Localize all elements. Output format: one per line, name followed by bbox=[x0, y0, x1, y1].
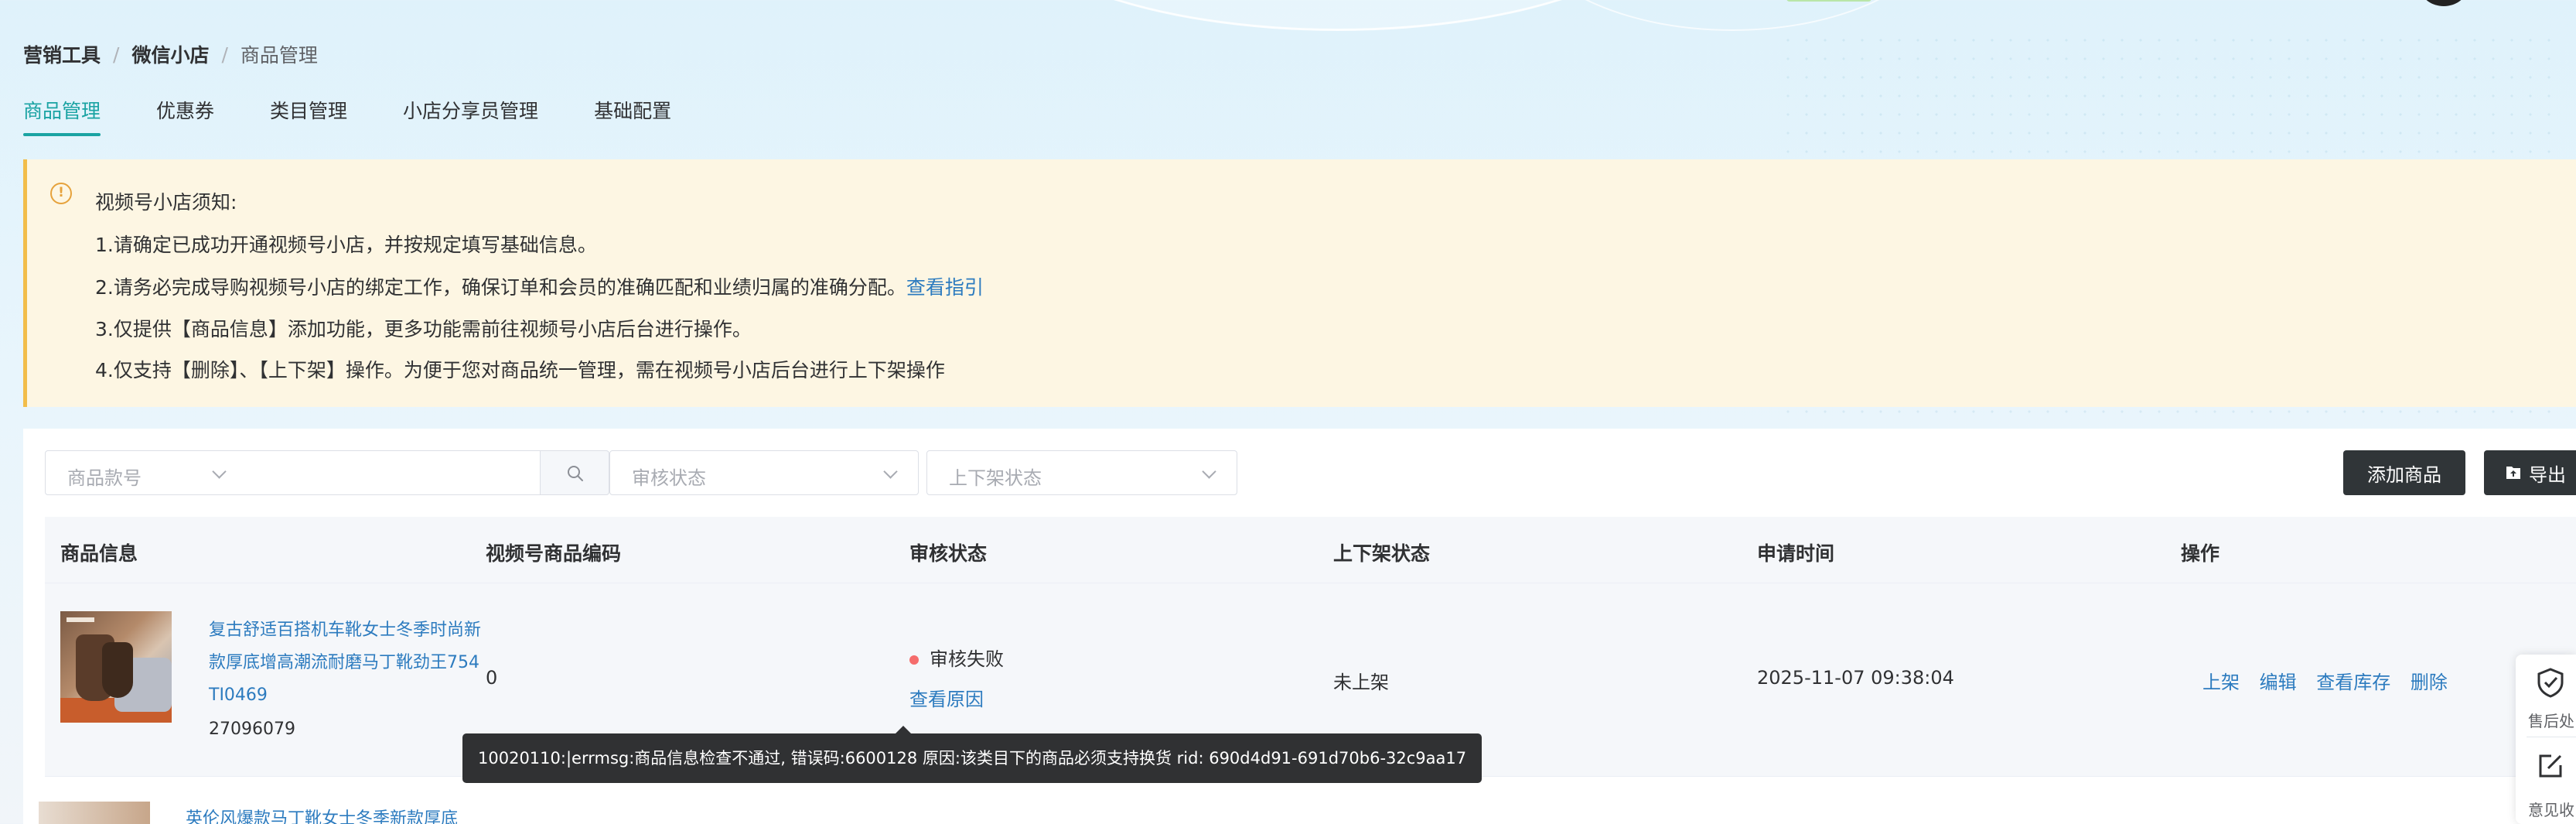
notice-line-3: 3.仅提供【商品信息】添加功能，更多功能需前往视频号小店后台进行操作。 bbox=[95, 318, 752, 340]
audit-status-select[interactable]: 审核状态 bbox=[609, 450, 919, 495]
notice-line-2-text: 2.请务必完成导购视频号小店的绑定工作，确保订单和会员的准确匹配和业绩归属的准确… bbox=[95, 276, 906, 299]
audit-status-text: 审核失败 bbox=[930, 648, 1004, 670]
product-title-link[interactable]: 复古舒适百搭机车靴女士冬季时尚新款厚底增高潮流耐磨马丁靴劲王754TI0469 bbox=[209, 614, 487, 712]
breadcrumb-item-product-management: 商品管理 bbox=[240, 44, 318, 67]
header-decoration-bar bbox=[1786, 0, 1871, 2]
add-product-button[interactable]: 添加商品 bbox=[2343, 450, 2465, 495]
column-header-audit-status: 审核状态 bbox=[909, 542, 988, 565]
view-reason-link[interactable]: 查看原因 bbox=[909, 684, 984, 711]
after-sales-tool[interactable]: 售后处 bbox=[2516, 655, 2576, 737]
header-decoration-arc-small bbox=[1516, 0, 1949, 31]
chevron-down-icon bbox=[883, 464, 898, 479]
tab-sharer-management[interactable]: 小店分享员管理 bbox=[403, 96, 538, 136]
tab-category-management[interactable]: 类目管理 bbox=[270, 96, 347, 136]
list-on-shelf-button[interactable]: 上架 bbox=[2202, 672, 2240, 693]
product-thumbnail[interactable] bbox=[60, 611, 172, 723]
product-style-select[interactable]: 商品款号 bbox=[45, 450, 247, 495]
feedback-tool[interactable]: 意见收 bbox=[2516, 737, 2576, 824]
user-avatar[interactable] bbox=[2421, 0, 2467, 6]
product-style-select-placeholder: 商品款号 bbox=[67, 467, 142, 489]
channel-product-code: 0 bbox=[486, 667, 498, 689]
tab-bar: 商品管理 优惠券 类目管理 小店分享员管理 基础配置 bbox=[23, 96, 727, 136]
search-input[interactable] bbox=[247, 450, 564, 495]
audit-status: 审核失败 bbox=[909, 644, 1004, 671]
edit-button[interactable]: 编辑 bbox=[2260, 672, 2297, 693]
error-status-dot bbox=[909, 655, 919, 665]
search-icon bbox=[568, 466, 583, 481]
feedback-label: 意见收 bbox=[2528, 801, 2574, 819]
breadcrumb: 营销工具 / 微信小店 / 商品管理 bbox=[23, 40, 318, 68]
apply-time: 2025-11-07 09:38:04 bbox=[1757, 667, 1954, 689]
shelf-status: 未上架 bbox=[1333, 672, 1389, 693]
column-header-shelf-status: 上下架状态 bbox=[1333, 542, 1431, 565]
shelf-status-placeholder: 上下架状态 bbox=[949, 467, 1042, 489]
shield-check-icon bbox=[2537, 668, 2564, 698]
product-title-link[interactable]: 英伦风爆款马丁靴女士冬季新款厚底 bbox=[186, 805, 458, 824]
search-button[interactable] bbox=[540, 450, 609, 495]
side-tool-panel: 售后处 意见收 bbox=[2516, 655, 2576, 824]
notice-line-2: 2.请务必完成导购视频号小店的绑定工作，确保订单和会员的准确匹配和业绩归属的准确… bbox=[95, 272, 984, 300]
breadcrumb-item-wechat-shop[interactable]: 微信小店 bbox=[131, 40, 209, 68]
after-sales-label: 售后处 bbox=[2528, 712, 2574, 730]
notice-title: 视频号小店须知: bbox=[95, 191, 237, 214]
table-header: 商品信息 视频号商品编码 审核状态 上下架状态 申请时间 操作 bbox=[45, 517, 2576, 583]
column-header-channel-code: 视频号商品编码 bbox=[486, 542, 622, 565]
column-header-product-info: 商品信息 bbox=[60, 542, 138, 565]
header-decoration-arc bbox=[990, 0, 1686, 31]
product-id: 27096079 bbox=[209, 720, 295, 739]
column-header-apply-time: 申请时间 bbox=[1757, 542, 1835, 565]
column-header-operations: 操作 bbox=[2181, 542, 2220, 565]
export-button[interactable]: 导出 bbox=[2484, 450, 2576, 495]
shelf-status-select[interactable]: 上下架状态 bbox=[926, 450, 1237, 495]
notice-banner: ! 视频号小店须知: 1.请确定已成功开通视频号小店，并按规定填写基础信息。 2… bbox=[23, 159, 2576, 407]
chevron-down-icon bbox=[1202, 464, 1216, 479]
audit-status-placeholder: 审核状态 bbox=[632, 467, 706, 489]
view-guide-link[interactable]: 查看指引 bbox=[906, 276, 984, 299]
breadcrumb-item-marketing-tools[interactable]: 营销工具 bbox=[23, 40, 101, 68]
edit-icon bbox=[2539, 754, 2562, 778]
chevron-down-icon bbox=[212, 464, 227, 479]
upload-icon bbox=[2506, 467, 2520, 479]
tab-product-management[interactable]: 商品管理 bbox=[23, 96, 101, 136]
export-button-label: 导出 bbox=[2529, 463, 2566, 486]
audit-reason-tooltip: 10020110:|errmsg:商品信息检查不通过, 错误码:6600128 … bbox=[462, 726, 1482, 783]
notice-line-4: 4.仅支持【删除】、【上下架】操作。为便于您对商品统一管理，需在视频号小店后台进… bbox=[95, 359, 945, 381]
tab-basic-config[interactable]: 基础配置 bbox=[594, 96, 671, 136]
row-operations: 上架 编辑 查看库存 删除 bbox=[2202, 667, 2462, 694]
notice-line-1: 1.请确定已成功开通视频号小店，并按规定填写基础信息。 bbox=[95, 234, 597, 256]
product-thumbnail[interactable] bbox=[39, 802, 150, 824]
view-stock-button[interactable]: 查看库存 bbox=[2316, 672, 2390, 693]
delete-button[interactable]: 删除 bbox=[2411, 672, 2448, 693]
breadcrumb-separator: / bbox=[113, 43, 120, 66]
tab-coupons[interactable]: 优惠券 bbox=[156, 96, 214, 136]
breadcrumb-separator: / bbox=[221, 43, 228, 66]
info-icon: ! bbox=[50, 183, 72, 204]
